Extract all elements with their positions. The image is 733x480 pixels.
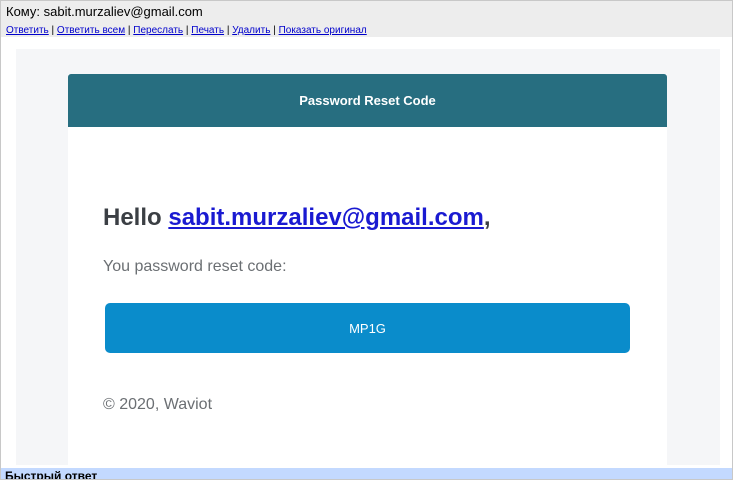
message-actions: Ответить | Ответить всем | Переслать | П… [6,25,367,36]
email-banner: Password Reset Code [68,74,667,127]
reply-link[interactable]: Ответить [6,25,49,36]
reply-all-link[interactable]: Ответить всем [57,25,125,36]
separator: | [51,25,55,36]
greeting-heading: Hello sabit.murzaliev@gmail.com, [103,204,491,232]
greeting-email-link[interactable]: sabit.murzaliev@gmail.com [168,204,484,231]
quick-reply-label: Быстрый ответ [5,469,98,480]
quick-reply-bar[interactable]: Быстрый ответ [1,468,732,480]
greeting-suffix: , [483,204,491,231]
separator: | [127,25,131,36]
forward-link[interactable]: Переслать [133,25,183,36]
separator: | [185,25,189,36]
copyright-text: © 2020, Waviot [103,396,213,413]
mail-view: Кому: sabit.murzaliev@gmail.com Ответить… [0,0,733,480]
print-link[interactable]: Печать [191,25,224,36]
reset-code-box: MP1G [105,303,630,353]
to-address: sabit.murzaliev@gmail.com [43,4,203,19]
show-original-link[interactable]: Показать оригинал [279,25,367,36]
delete-link[interactable]: Удалить [232,25,270,36]
separator: | [273,25,276,36]
reset-code: MP1G [349,320,386,336]
separator: | [226,25,230,36]
to-label: Кому: [6,4,40,19]
recipient-line: Кому: sabit.murzaliev@gmail.com [6,4,203,19]
banner-title: Password Reset Code [299,93,436,108]
email-body-background: Password Reset Code Hello sabit.murzalie… [16,49,720,465]
greeting-prefix: Hello [103,204,162,231]
email-card: Password Reset Code Hello sabit.murzalie… [68,74,667,465]
message-header: Кому: sabit.murzaliev@gmail.com Ответить… [1,1,732,37]
reset-code-label: You password reset code: [103,258,287,275]
